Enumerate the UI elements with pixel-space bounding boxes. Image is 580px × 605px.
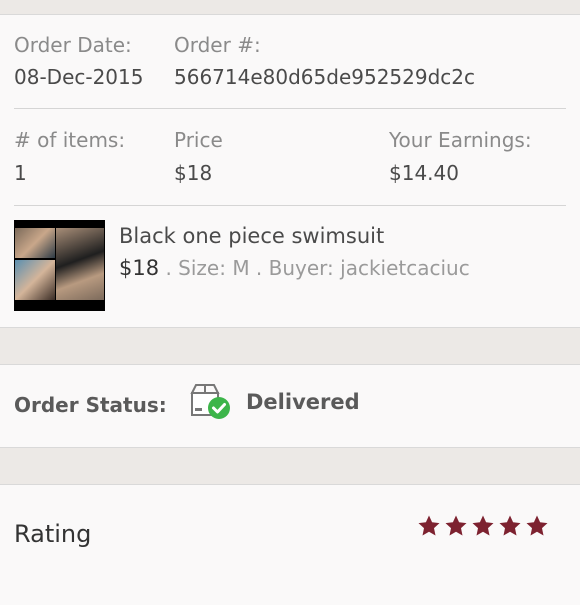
earnings-value: $14.40 xyxy=(389,161,459,185)
star-icon xyxy=(472,515,494,536)
thumbnail-photo xyxy=(15,228,55,258)
order-number-label: Order #: xyxy=(174,33,261,57)
package-delivered-icon xyxy=(190,384,230,419)
star-icon xyxy=(526,515,548,536)
star-icon xyxy=(418,515,440,536)
price-value: $18 xyxy=(174,161,213,185)
item-meta: $18 . Size: M . Buyer: jackietcaciuc xyxy=(119,256,470,280)
earnings-label: Your Earnings: xyxy=(389,128,532,152)
order-status-value: Delivered xyxy=(246,390,360,414)
order-date-label: Order Date: xyxy=(14,33,132,57)
divider xyxy=(14,205,566,206)
items-count-label: # of items: xyxy=(14,128,126,152)
items-count-value: 1 xyxy=(14,161,27,185)
item-size-buyer: . Size: M . Buyer: jackietcaciuc xyxy=(159,256,470,280)
item-price: $18 xyxy=(119,256,160,280)
star-icon xyxy=(499,515,521,536)
item-thumbnail[interactable] xyxy=(14,220,105,311)
thumbnail-photo xyxy=(15,260,55,300)
order-number-value: 566714e80d65de952529dc2c xyxy=(174,65,476,89)
price-label: Price xyxy=(174,128,223,152)
star-icon xyxy=(445,515,467,536)
item-title[interactable]: Black one piece swimsuit xyxy=(119,224,384,248)
rating-stars xyxy=(417,514,549,538)
order-status-label: Order Status: xyxy=(14,393,167,417)
rating-label: Rating xyxy=(14,520,92,548)
divider xyxy=(14,108,566,109)
thumbnail-photo xyxy=(56,228,104,300)
order-date-value: 08-Dec-2015 xyxy=(14,65,144,89)
